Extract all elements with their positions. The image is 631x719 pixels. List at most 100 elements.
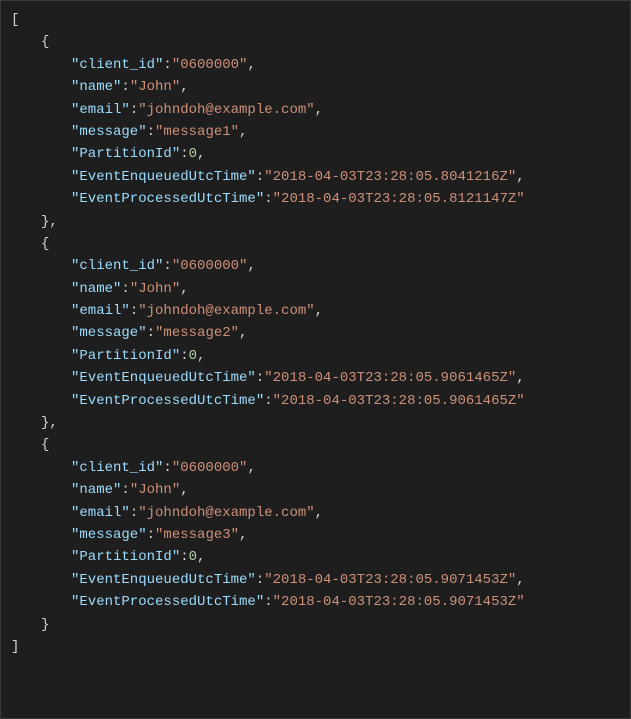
json-field: "message":"message2", <box>11 322 620 344</box>
array-open: [ <box>11 9 620 31</box>
comma: , <box>197 146 205 162</box>
json-key: "email" <box>71 505 130 521</box>
json-field: "EventEnqueuedUtcTime":"2018-04-03T23:28… <box>11 166 620 188</box>
colon: : <box>121 482 129 498</box>
comma: , <box>239 124 247 140</box>
json-field: "email":"johndoh@example.com", <box>11 502 620 524</box>
json-key: "PartitionId" <box>71 549 180 565</box>
json-value: 0 <box>189 348 197 364</box>
colon: : <box>147 124 155 140</box>
json-key: "client_id" <box>71 460 163 476</box>
json-field: "email":"johndoh@example.com", <box>11 300 620 322</box>
json-value: "2018-04-03T23:28:05.8041216Z" <box>264 169 516 185</box>
colon: : <box>256 370 264 386</box>
json-key: "message" <box>71 527 147 543</box>
comma: , <box>516 370 524 386</box>
json-value: "2018-04-03T23:28:05.9071453Z" <box>273 594 525 610</box>
comma: , <box>239 527 247 543</box>
json-value: "0600000" <box>172 460 248 476</box>
comma: , <box>180 281 188 297</box>
json-key: "PartitionId" <box>71 348 180 364</box>
json-field: "message":"message3", <box>11 524 620 546</box>
comma: , <box>516 169 524 185</box>
json-key: "email" <box>71 102 130 118</box>
colon: : <box>163 57 171 73</box>
brace-close: } <box>41 617 49 633</box>
json-field: "client_id":"0600000", <box>11 54 620 76</box>
comma: , <box>180 482 188 498</box>
json-field: "name":"John", <box>11 479 620 501</box>
colon: : <box>130 102 138 118</box>
json-key: "EventEnqueuedUtcTime" <box>71 572 256 588</box>
json-key: "message" <box>71 124 147 140</box>
object-open: { <box>11 31 620 53</box>
colon: : <box>121 281 129 297</box>
json-field: "PartitionId":0, <box>11 546 620 568</box>
json-key: "message" <box>71 325 147 341</box>
colon: : <box>130 505 138 521</box>
brace-open: { <box>41 34 49 50</box>
comma: , <box>315 505 323 521</box>
json-value: "0600000" <box>172 258 248 274</box>
comma: , <box>247 460 255 476</box>
json-value: "0600000" <box>172 57 248 73</box>
json-key: "client_id" <box>71 57 163 73</box>
json-key: "EventEnqueuedUtcTime" <box>71 169 256 185</box>
colon: : <box>163 460 171 476</box>
colon: : <box>163 258 171 274</box>
object-open: { <box>11 434 620 456</box>
comma: , <box>315 102 323 118</box>
object-close: } <box>11 614 620 636</box>
json-field: "PartitionId":0, <box>11 143 620 165</box>
json-field: "EventEnqueuedUtcTime":"2018-04-03T23:28… <box>11 569 620 591</box>
brace-open: { <box>41 437 49 453</box>
json-value: "message2" <box>155 325 239 341</box>
json-key: "EventEnqueuedUtcTime" <box>71 370 256 386</box>
colon: : <box>256 572 264 588</box>
json-field: "EventProcessedUtcTime":"2018-04-03T23:2… <box>11 188 620 210</box>
json-value: "John" <box>130 281 180 297</box>
json-value: 0 <box>189 146 197 162</box>
json-value: "message3" <box>155 527 239 543</box>
json-editor[interactable]: [{"client_id":"0600000","name":"John","e… <box>1 1 630 666</box>
json-field: "message":"message1", <box>11 121 620 143</box>
colon: : <box>147 527 155 543</box>
json-value: "2018-04-03T23:28:05.9061465Z" <box>264 370 516 386</box>
json-value: "message1" <box>155 124 239 140</box>
colon: : <box>264 594 272 610</box>
json-key: "PartitionId" <box>71 146 180 162</box>
json-key: "email" <box>71 303 130 319</box>
bracket-open: [ <box>11 12 19 28</box>
colon: : <box>121 79 129 95</box>
colon: : <box>130 303 138 319</box>
json-field: "name":"John", <box>11 278 620 300</box>
json-value: 0 <box>189 549 197 565</box>
json-field: "client_id":"0600000", <box>11 255 620 277</box>
object-close: }, <box>11 412 620 434</box>
json-key: "name" <box>71 281 121 297</box>
object-close: }, <box>11 211 620 233</box>
comma: , <box>247 258 255 274</box>
brace-open: { <box>41 236 49 252</box>
json-value: "John" <box>130 482 180 498</box>
json-field: "EventEnqueuedUtcTime":"2018-04-03T23:28… <box>11 367 620 389</box>
colon: : <box>180 348 188 364</box>
json-field: "PartitionId":0, <box>11 345 620 367</box>
colon: : <box>180 549 188 565</box>
json-key: "EventProcessedUtcTime" <box>71 393 264 409</box>
bracket-close: ] <box>11 639 19 655</box>
array-close: ] <box>11 636 620 658</box>
json-field: "EventProcessedUtcTime":"2018-04-03T23:2… <box>11 390 620 412</box>
json-field: "email":"johndoh@example.com", <box>11 99 620 121</box>
json-key: "EventProcessedUtcTime" <box>71 191 264 207</box>
object-open: { <box>11 233 620 255</box>
colon: : <box>180 146 188 162</box>
json-value: "John" <box>130 79 180 95</box>
colon: : <box>147 325 155 341</box>
comma: , <box>516 572 524 588</box>
json-key: "name" <box>71 482 121 498</box>
json-key: "client_id" <box>71 258 163 274</box>
comma: , <box>239 325 247 341</box>
comma: , <box>315 303 323 319</box>
json-value: "johndoh@example.com" <box>138 505 314 521</box>
